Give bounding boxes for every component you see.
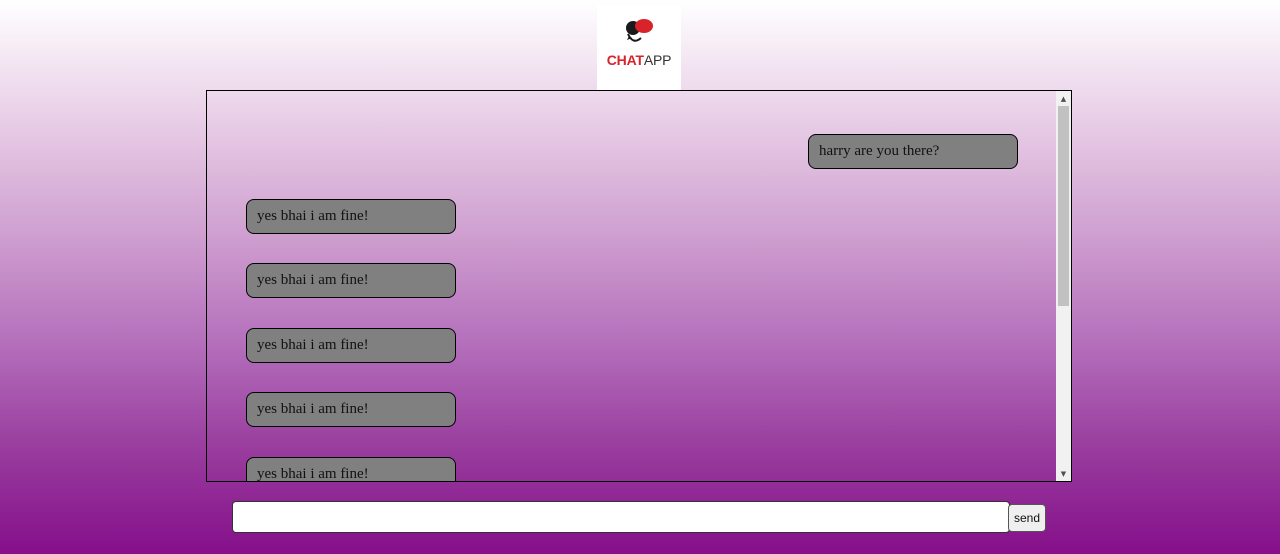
chat-bubbles-logo-icon	[626, 19, 653, 42]
chat-messages-container[interactable]: harry are you there? yes bhai i am fine!…	[206, 90, 1072, 482]
scroll-down-arrow-icon[interactable]: ▼	[1056, 466, 1071, 481]
logo-wordmark: CHATAPP	[606, 52, 672, 68]
message-incoming: yes bhai i am fine!	[246, 263, 456, 298]
logo-wordmark-bold: CHAT	[606, 52, 644, 68]
chat-scrollbar[interactable]: ▲ ▼	[1056, 91, 1071, 481]
message-outgoing: harry are you there?	[808, 134, 1018, 169]
message-incoming: yes bhai i am fine!	[246, 392, 456, 427]
message-incoming: yes bhai i am fine!	[246, 199, 456, 234]
scroll-up-arrow-icon[interactable]: ▲	[1056, 91, 1071, 106]
logo-wordmark-light: APP	[643, 52, 672, 68]
send-button[interactable]: send	[1008, 504, 1046, 532]
message-incoming: yes bhai i am fine!	[246, 328, 456, 363]
app-logo: CHATAPP	[597, 5, 681, 90]
message-incoming: yes bhai i am fine!	[246, 457, 456, 481]
message-input[interactable]	[232, 501, 1010, 533]
scroll-thumb[interactable]	[1058, 106, 1069, 306]
